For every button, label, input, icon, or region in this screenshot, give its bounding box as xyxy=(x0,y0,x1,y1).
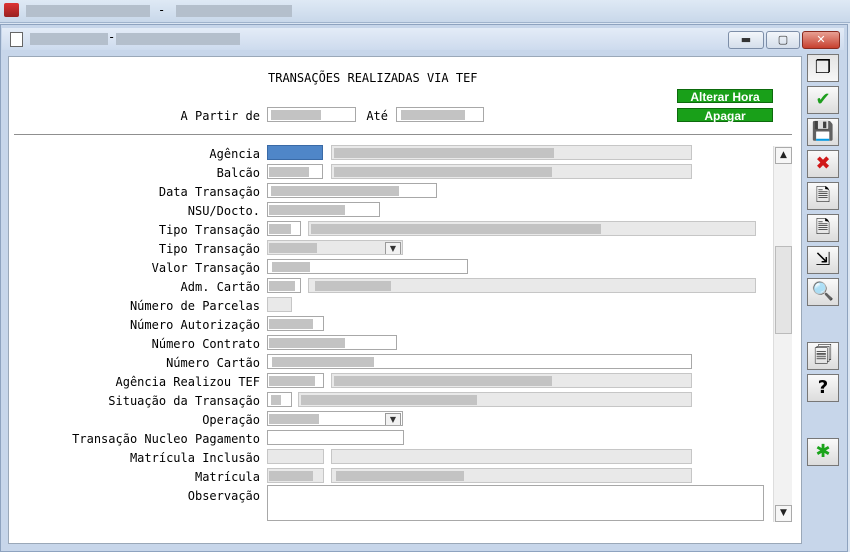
separator-line xyxy=(14,134,792,135)
app-icon xyxy=(4,3,19,17)
tipo-transacao-2-label: Tipo Transação xyxy=(158,242,260,256)
numero-autorizacao-label: Número Autorização xyxy=(129,318,260,332)
adm-cartao-label: Adm. Cartão xyxy=(180,280,260,294)
nsu-input[interactable] xyxy=(267,202,380,217)
matricula-code-field xyxy=(267,468,324,483)
help-button[interactable]: ? xyxy=(807,374,839,402)
agencia-realizou-code-input[interactable] xyxy=(267,373,324,388)
scroll-thumb[interactable] xyxy=(775,246,792,334)
numero-cartao-input[interactable] xyxy=(267,354,692,369)
balcao-code-input[interactable] xyxy=(267,164,323,179)
observacao-textarea[interactable] xyxy=(267,485,764,521)
app-subtitle-redacted xyxy=(176,5,292,17)
scroll-up-button[interactable]: ▲ xyxy=(775,147,792,164)
asterisk-button[interactable]: ✱ xyxy=(807,438,839,466)
export-icon: ⇲ xyxy=(815,249,831,270)
search-icon: 🔍 xyxy=(811,281,835,302)
cancel-x-icon: ✖ xyxy=(815,153,831,174)
adm-cartao-code-input[interactable] xyxy=(267,278,301,293)
ate-label: Até xyxy=(366,109,388,123)
valor-transacao-label: Valor Transação xyxy=(151,261,260,275)
balcao-label: Balcão xyxy=(216,166,260,180)
tipo-transacao-combo[interactable]: ▼ xyxy=(267,240,403,255)
delete-record-button[interactable]: 🗎 xyxy=(807,214,839,242)
transacao-nucleo-input[interactable] xyxy=(267,430,404,445)
asterisk-icon: ✱ xyxy=(815,441,831,462)
app-title-redacted xyxy=(26,5,150,17)
print-icon: 🗐 xyxy=(814,345,832,366)
child-window-title-bar: - xyxy=(2,28,844,50)
situacao-label: Situação da Transação xyxy=(108,394,260,408)
confirm-check-button[interactable]: ✔ xyxy=(807,86,839,114)
cancel-x-button[interactable]: ✖ xyxy=(807,150,839,178)
balcao-name-field xyxy=(331,164,692,179)
agencia-code-input[interactable] xyxy=(267,145,323,160)
date-to-input[interactable] xyxy=(396,107,484,122)
operacao-combo[interactable]: ▼ xyxy=(267,411,403,426)
export-button[interactable]: ⇲ xyxy=(807,246,839,274)
document-icon xyxy=(10,32,23,47)
agencia-name-field xyxy=(331,145,692,160)
matricula-inclusao-label: Matrícula Inclusão xyxy=(129,451,260,465)
date-from-input[interactable] xyxy=(267,107,356,122)
numero-contrato-input[interactable] xyxy=(267,335,397,350)
data-transacao-input[interactable] xyxy=(267,183,437,198)
window-title-dash: - xyxy=(108,30,116,44)
matricula-name-field xyxy=(331,468,692,483)
add-record-icon: 🗎 xyxy=(815,185,831,206)
transacao-nucleo-label: Transação Nucleo Pagamento xyxy=(72,432,260,446)
restore-icon: ❐ xyxy=(814,57,832,78)
adm-cartao-desc-field xyxy=(308,278,756,293)
add-record-button[interactable]: 🗎 xyxy=(807,182,839,210)
tipo-transacao-label: Tipo Transação xyxy=(158,223,260,237)
help-icon: ? xyxy=(817,377,829,398)
alterar-hora-button[interactable]: Alterar Hora xyxy=(677,89,773,104)
chevron-down-icon: ▼ xyxy=(385,413,401,425)
numero-parcelas-input[interactable] xyxy=(267,297,292,312)
close-button[interactable]: ✕ xyxy=(802,31,840,49)
restore-button[interactable]: ❐ xyxy=(807,54,839,82)
nsu-label: NSU/Docto. xyxy=(187,204,260,218)
matricula-inclusao-name-field xyxy=(331,449,692,464)
confirm-check-icon: ✔ xyxy=(815,89,831,110)
search-button[interactable]: 🔍 xyxy=(807,278,839,306)
matricula-inclusao-code-field xyxy=(267,449,324,464)
situacao-code-input[interactable] xyxy=(267,392,292,407)
agencia-realizou-name-field xyxy=(331,373,692,388)
vertical-scrollbar[interactable]: ▲ ▼ xyxy=(773,146,792,522)
minimize-button[interactable]: ▬ xyxy=(728,31,764,49)
tipo-transacao-code-input[interactable] xyxy=(267,221,301,236)
observacao-label: Observação xyxy=(187,489,260,503)
situacao-desc-field xyxy=(298,392,692,407)
delete-record-icon: 🗎 xyxy=(815,217,831,238)
numero-contrato-label: Número Contrato xyxy=(151,337,260,351)
numero-cartao-label: Número Cartão xyxy=(166,356,260,370)
scroll-down-button[interactable]: ▼ xyxy=(775,505,792,522)
print-button[interactable]: 🗐 xyxy=(807,342,839,370)
matricula-label: Matrícula xyxy=(194,470,260,484)
save-disk-icon: 💾 xyxy=(811,121,835,142)
tipo-transacao-desc-field xyxy=(308,221,756,236)
operacao-label: Operação xyxy=(202,413,260,427)
agencia-realizou-label: Agência Realizou TEF xyxy=(115,375,261,389)
numero-parcelas-label: Número de Parcelas xyxy=(129,299,260,313)
a-partir-label: A Partir de xyxy=(180,109,260,123)
form-title: TRANSAÇÕES REALIZADAS VIA TEF xyxy=(268,71,478,85)
numero-autorizacao-input[interactable] xyxy=(267,316,324,331)
save-disk-button[interactable]: 💾 xyxy=(807,118,839,146)
app-title-bar: - xyxy=(0,0,850,23)
title-dash: - xyxy=(158,3,166,17)
window-subtitle-redacted xyxy=(116,33,240,45)
chevron-down-icon: ▼ xyxy=(385,242,401,254)
valor-transacao-input[interactable] xyxy=(267,259,468,274)
data-transacao-label: Data Transação xyxy=(158,185,260,199)
agencia-label: Agência xyxy=(209,147,260,161)
maximize-button[interactable]: ▢ xyxy=(766,31,800,49)
apagar-button[interactable]: Apagar xyxy=(677,108,773,123)
window-title-redacted xyxy=(30,33,108,45)
